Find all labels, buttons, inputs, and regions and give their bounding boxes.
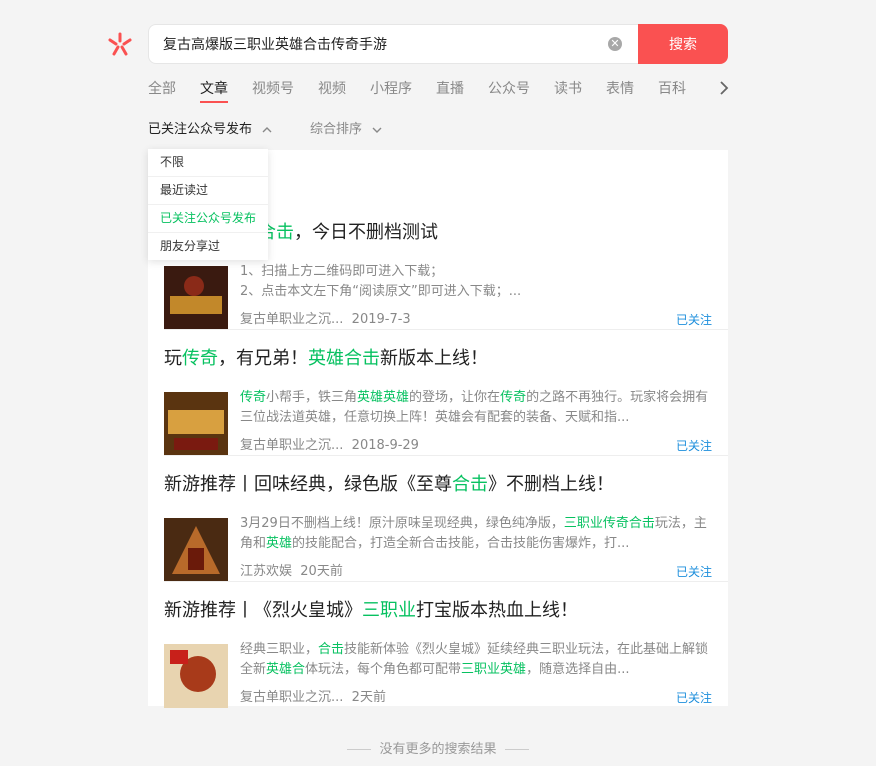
result-time: 2019-7-3 [351,312,411,327]
title-text: ，有兄弟！ [218,348,308,369]
result-meta: 复古单职业之沉... 2019-7-3 [240,308,411,327]
title-text: 》不删档上线！ [488,474,614,495]
dropdown-option-followed-accounts[interactable]: 已关注公众号发布 [148,205,268,233]
result-meta: 复古单职业之沉... 2018-9-29 [240,434,419,453]
tab-articles[interactable]: 文章 [200,78,228,98]
tab-all[interactable]: 全部 [148,78,176,98]
result-time: 2018-9-29 [351,438,419,453]
result-source[interactable]: 复古单职业之沉... [240,312,343,327]
result-title[interactable]: 新游推荐丨《烈火皇城》三职业打宝版本热血上线！ [164,596,578,622]
sort-filter[interactable]: 综合排序 [310,118,382,137]
result-item[interactable]: 玩传奇，有兄弟！英雄合击新版本上线！ 传奇小帮手，铁三角英雄英雄的登场，让你在传… [164,344,728,470]
search-input[interactable] [163,25,593,63]
chevron-down-icon [372,127,382,133]
followed-label: 已关注 [675,313,712,327]
title-text: 打宝版本热血上线！ [416,600,578,621]
tab-live[interactable]: 直播 [436,78,464,98]
title-text: 新游推荐丨回味经典，绿色版《至尊 [164,474,452,495]
result-meta: 江苏欢娱 20天前 [240,560,343,579]
tab-mini-programs[interactable]: 小程序 [370,78,412,98]
tab-videos[interactable]: 视频 [318,78,346,98]
desc-highlight: 三职业英雄 [461,662,527,677]
result-description: 传奇小帮手，铁三角英雄英雄的登场，让你在传奇的之路不再独行。玩家将会拥有三位战法… [240,388,710,428]
result-source[interactable]: 复古单职业之沉... [240,690,343,705]
result-thumbnail [164,518,228,582]
tab-books[interactable]: 读书 [554,78,582,98]
desc-highlight: 英雄 [266,536,293,551]
title-highlight: 三职业 [362,600,416,621]
desc-highlight: 传奇 [500,390,527,405]
title-text: 新游推荐丨《烈火皇城》 [164,600,362,621]
footer-line [347,749,372,750]
desc-highlight: 三职业传奇合击 [563,516,655,531]
result-thumbnail [164,392,228,456]
result-title[interactable]: 玩传奇，有兄弟！英雄合击新版本上线！ [164,344,488,370]
title-highlight: 英雄合击 [308,348,380,369]
wechat-search-logo-icon [108,32,132,56]
dropdown-option-any[interactable]: 不限 [148,149,268,177]
tab-stickers[interactable]: 表情 [606,78,634,98]
scope-dropdown-menu: 不限 最近读过 已关注公众号发布 朋友分享过 [148,149,268,260]
result-description: 经典三职业，合击技能新体验《烈火皇城》延续经典三职业玩法，在此基础上解锁全新英雄… [240,640,710,680]
desc-text: 3月29日不删档上线！原汁原味呈现经典，绿色纯净版， [240,516,564,531]
result-meta: 复古单职业之沉... 2天前 [240,686,386,705]
tab-official-accounts[interactable]: 公众号 [488,78,530,98]
result-source[interactable]: 复古单职业之沉... [240,438,343,453]
desc-highlight: 英雄英雄 [357,390,410,405]
desc-highlight: 传奇 [240,390,267,405]
footer-line [504,749,529,750]
result-description: 3月29日不删档上线！原汁原味呈现经典，绿色纯净版，三职业传奇合击玩法，主角和英… [240,514,710,554]
chevron-right-icon[interactable] [718,80,730,96]
followed-label: 已关注 [675,439,712,453]
title-highlight: 合击 [452,474,488,495]
result-thumbnail [164,644,228,708]
divider [164,455,728,456]
title-highlight: 传奇 [182,348,218,369]
desc-text: ，随意选择自由... [526,662,630,677]
result-title[interactable]: 合击，今日不删档测试 [258,218,438,244]
title-text: 玩 [164,348,182,369]
result-title[interactable]: 新游推荐丨回味经典，绿色版《至尊合击》不删档上线！ [164,470,614,496]
scope-filter-label: 已关注公众号发布 [148,122,253,137]
scope-filter[interactable]: 已关注公众号发布 [148,118,272,137]
result-time: 20天前 [300,564,343,579]
desc-highlight: 英雄合 [266,662,306,677]
title-text: 新版本上线！ [380,348,488,369]
divider [164,329,728,330]
divider [164,581,728,582]
followed-label: 已关注 [675,565,712,579]
dropdown-option-shared-by-friends[interactable]: 朋友分享过 [148,233,268,260]
result-description: 1、扫描上方二维码即可进入下载； 2、点击本文左下角“阅读原文”即可进入下载；.… [240,264,522,299]
desc-text: 小帮手，铁三角 [266,390,358,405]
result-time: 2天前 [351,690,386,705]
tab-channels[interactable]: 视频号 [252,78,294,98]
desc-highlight: 合击 [318,642,345,657]
chevron-up-icon [262,126,272,132]
result-item[interactable]: 新游推荐丨《烈火皇城》三职业打宝版本热血上线！ 经典三职业，合击技能新体验《烈火… [164,596,728,722]
search-button[interactable]: 搜索 [638,24,728,64]
result-item[interactable]: 新游推荐丨回味经典，绿色版《至尊合击》不删档上线！ 3月29日不删档上线！原汁原… [164,470,728,596]
active-tab-indicator [200,101,228,103]
result-type-tabs: 全部 文章 视频号 视频 小程序 直播 公众号 读书 表情 百科 [148,78,738,106]
tab-encyclopedia[interactable]: 百科 [658,78,686,98]
no-more-results-text: 没有更多的搜索结果 [379,742,497,757]
no-more-results: 没有更多的搜索结果 [0,738,876,757]
desc-text: 的登场，让你在 [409,390,501,405]
dropdown-option-recently-read[interactable]: 最近读过 [148,177,268,205]
sort-filter-label: 综合排序 [310,122,363,137]
clear-icon[interactable]: ✕ [608,37,622,51]
followed-label: 已关注 [675,691,712,705]
desc-text: 经典三职业， [240,642,319,657]
title-text: ，今日不删档测试 [294,222,438,243]
search-box: ✕ [148,24,638,64]
desc-text: 体玩法，每个角色都可配带 [305,662,462,677]
result-thumbnail [164,266,228,330]
desc-text: 的技能配合，打造全新合击技能，合击技能伤害爆炸，打... [292,536,630,551]
result-source[interactable]: 江苏欢娱 [240,564,292,579]
